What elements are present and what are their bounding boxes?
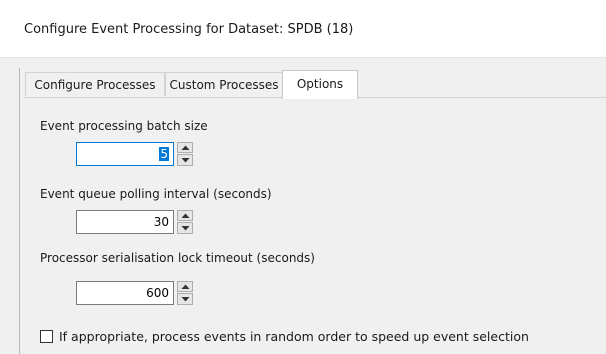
polling-interval-increment-button[interactable] [177, 210, 193, 221]
up-arrow-icon [181, 145, 190, 150]
window-title: Configure Event Processing for Dataset: … [24, 22, 354, 37]
lock-timeout-decrement-button[interactable] [177, 293, 193, 305]
polling-interval-input[interactable]: 30 [76, 210, 174, 234]
polling-interval-value: 30 [153, 215, 169, 229]
batch-size-spin-buttons [177, 142, 193, 166]
up-arrow-icon [181, 284, 190, 289]
lock-timeout-increment-button[interactable] [177, 281, 193, 292]
polling-interval-label: Event queue polling interval (seconds) [40, 187, 272, 201]
down-arrow-icon [181, 297, 190, 302]
lock-timeout-spin-buttons [177, 281, 193, 305]
batch-size-label: Event processing batch size [40, 119, 208, 133]
options-panel: Event processing batch size 5 Event queu… [25, 98, 606, 354]
tab-configure-processes-label: Configure Processes [34, 78, 156, 92]
batch-size-value: 5 [159, 147, 169, 161]
tab-custom-processes-label: Custom Processes [169, 78, 279, 92]
down-arrow-icon [181, 158, 190, 163]
lock-timeout-input[interactable]: 600 [76, 281, 174, 305]
down-arrow-icon [181, 226, 190, 231]
tab-options-label: Options [296, 77, 344, 91]
title-bar: Configure Event Processing for Dataset: … [0, 0, 606, 58]
dialog-window: Configure Event Processing for Dataset: … [0, 0, 606, 354]
batch-size-input[interactable]: 5 [76, 142, 174, 166]
random-order-checkbox[interactable] [40, 330, 53, 343]
batch-size-increment-button[interactable] [177, 142, 193, 153]
polling-interval-decrement-button[interactable] [177, 222, 193, 234]
up-arrow-icon [181, 213, 190, 218]
tab-options[interactable]: Options [282, 70, 358, 99]
tab-custom-processes[interactable]: Custom Processes [165, 72, 283, 96]
lock-timeout-label: Processor serialisation lock timeout (se… [40, 251, 315, 265]
random-order-label[interactable]: If appropriate, process events in random… [59, 329, 529, 344]
polling-interval-spin-buttons [177, 210, 193, 234]
batch-size-decrement-button[interactable] [177, 154, 193, 166]
lock-timeout-value: 600 [146, 286, 169, 300]
dialog-frame-edge [19, 68, 20, 354]
tab-configure-processes[interactable]: Configure Processes [25, 72, 165, 96]
